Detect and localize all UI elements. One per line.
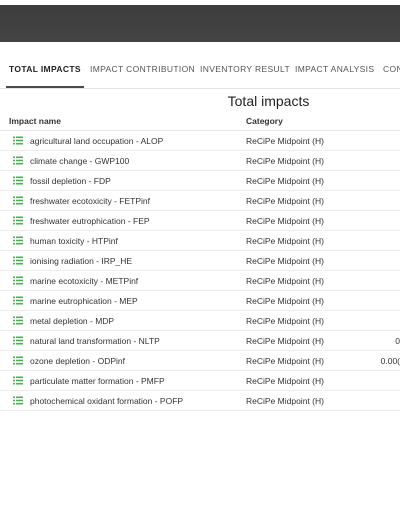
impact-category: ReCiPe Midpoint (H) (246, 176, 324, 186)
tab-total-impacts[interactable]: TOTAL IMPACTS (6, 50, 84, 88)
page-title: Total impacts (227, 93, 310, 109)
impact-name: freshwater ecotoxicity - FETPinf (30, 196, 150, 206)
impact-name: freshwater eutrophication - FEP (30, 216, 150, 226)
tab-label: TOTAL IMPACTS (9, 64, 81, 74)
impacts-table-body: agricultural land occupation - ALOP ReCiP… (0, 131, 400, 411)
column-header-impact-name: Impact name (9, 116, 61, 126)
impact-category: ReCiPe Midpoint (H) (246, 336, 324, 346)
list-icon (13, 156, 23, 165)
tab-inventory-result[interactable]: INVENTORY RESULT (200, 50, 290, 87)
impact-category: ReCiPe Midpoint (H) (246, 316, 324, 326)
list-icon (13, 296, 23, 305)
tab-label: CON (383, 64, 400, 74)
impact-category: ReCiPe Midpoint (H) (246, 136, 324, 146)
impact-name: climate change - GWP100 (30, 156, 130, 166)
table-header: Impact name Category (0, 111, 400, 131)
table-row[interactable]: marine eutrophication - MEP ReCiPe Midpoi… (0, 291, 400, 311)
impact-category: ReCiPe Midpoint (H) (246, 156, 324, 166)
tab-label: IMPACT CONTRIBUTION (90, 64, 196, 74)
impact-name: particulate matter formation - PMFP (30, 376, 165, 386)
impact-name: metal depletion - MDP (30, 316, 115, 326)
table-row[interactable]: climate change - GWP100 ReCiPe Midpoint (… (0, 151, 400, 171)
table-row[interactable]: particulate matter formation - PMFP ReCiP… (0, 371, 400, 391)
app-top-bar (0, 5, 400, 42)
list-icon (13, 396, 23, 405)
impact-name: natural land transformation - NLTP (30, 336, 160, 346)
column-header-category: Category (246, 116, 283, 126)
tab-impact-contribution[interactable]: IMPACT CONTRIBUTION (90, 50, 195, 87)
impact-category: ReCiPe Midpoint (H) (246, 356, 324, 366)
impact-category: ReCiPe Midpoint (H) (246, 376, 324, 386)
table-row[interactable]: agricultural land occupation - ALOP ReCiP… (0, 131, 400, 151)
list-icon (13, 336, 23, 345)
list-icon (13, 376, 23, 385)
tab-label: IMPACT ANALYSIS (295, 64, 375, 74)
impact-category: ReCiPe Midpoint (H) (246, 216, 324, 226)
list-icon (13, 256, 23, 265)
impact-name: marine eutrophication - MEP (30, 296, 138, 306)
impact-category: ReCiPe Midpoint (H) (246, 396, 324, 406)
table-row[interactable]: freshwater eutrophication - FEP ReCiPe Mi… (0, 211, 400, 231)
impact-category: ReCiPe Midpoint (H) (246, 256, 324, 266)
table-row[interactable]: ozone depletion - ODPinf ReCiPe Midpoint … (0, 351, 400, 371)
list-icon (13, 136, 23, 145)
table-row[interactable]: marine ecotoxicity - METPinf ReCiPe Midpo… (0, 271, 400, 291)
impact-name: human toxicity - HTPinf (30, 236, 118, 246)
impact-name: marine ecotoxicity - METPinf (30, 276, 139, 286)
tab-con[interactable]: CON (383, 50, 400, 87)
impact-value: 0 (395, 336, 400, 346)
impact-name: ionising radiation - IRP_HE (30, 256, 133, 266)
tab-bar: TOTAL IMPACTS IMPACT CONTRIBUTION INVENT… (0, 50, 400, 89)
tab-impact-analysis[interactable]: IMPACT ANALYSIS (295, 50, 374, 87)
impact-name: ozone depletion - ODPinf (30, 356, 125, 366)
table-row[interactable]: fossil depletion - FDP ReCiPe Midpoint (H… (0, 171, 400, 191)
list-icon (13, 196, 23, 205)
table-row[interactable]: human toxicity - HTPinf ReCiPe Midpoint (… (0, 231, 400, 251)
table-row[interactable]: metal depletion - MDP ReCiPe Midpoint (H) (0, 311, 400, 331)
impact-name: agricultural land occupation - ALOP (30, 136, 164, 146)
table-row[interactable]: natural land transformation - NLTP ReCiPe… (0, 331, 400, 351)
impact-category: ReCiPe Midpoint (H) (246, 236, 324, 246)
list-icon (13, 236, 23, 245)
impact-name: photochemical oxidant formation - POFP (30, 396, 184, 406)
list-icon (13, 176, 23, 185)
active-tab-indicator (6, 86, 84, 88)
impact-category: ReCiPe Midpoint (H) (246, 196, 324, 206)
impact-category: ReCiPe Midpoint (H) (246, 296, 324, 306)
tab-label: INVENTORY RESULT (200, 64, 290, 74)
impact-name: fossil depletion - FDP (30, 176, 111, 186)
list-icon (13, 316, 23, 325)
list-icon (13, 216, 23, 225)
impact-value: 0.00( (380, 356, 400, 366)
table-row[interactable]: photochemical oxidant formation - POFP Re… (0, 391, 400, 411)
list-icon (13, 276, 23, 285)
list-icon (13, 356, 23, 365)
impact-category: ReCiPe Midpoint (H) (246, 276, 324, 286)
table-row[interactable]: freshwater ecotoxicity - FETPinf ReCiPe M… (0, 191, 400, 211)
table-row[interactable]: ionising radiation - IRP_HE ReCiPe Midpoi… (0, 251, 400, 271)
